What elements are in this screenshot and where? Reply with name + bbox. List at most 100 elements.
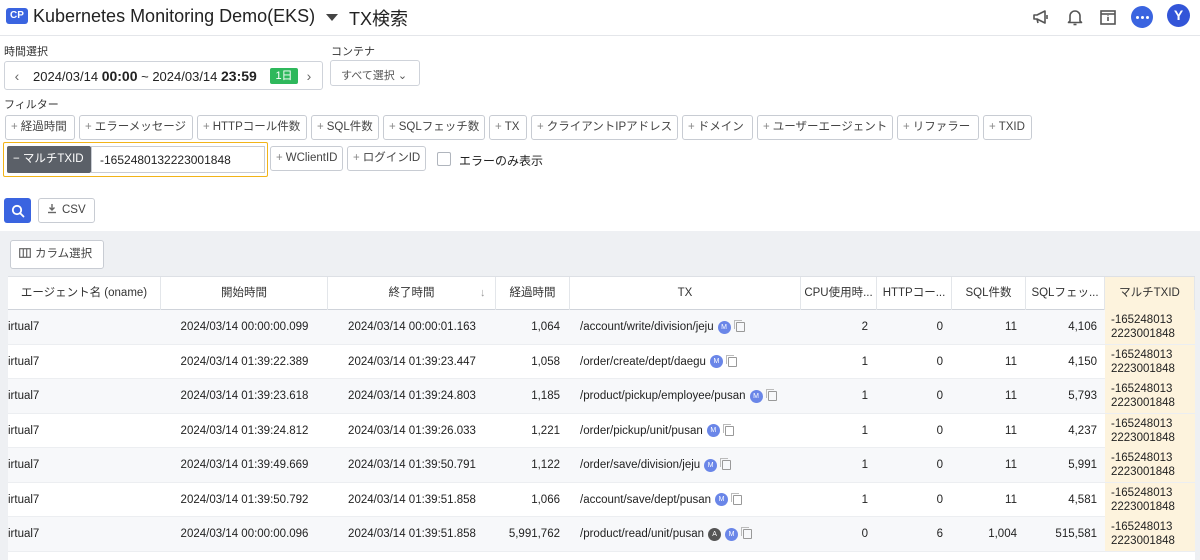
table-row[interactable]: irtual7 2024/03/14 00:00:00.096 2024/03/14… <box>8 517 1195 552</box>
bell-icon[interactable] <box>1063 5 1087 29</box>
multi-tx-badge-icon[interactable]: M <box>709 355 723 368</box>
cell-tx[interactable]: /order/pickup/unit/pusan M <box>580 414 800 448</box>
col-header-elapsed[interactable]: 経過時間 <box>496 277 570 310</box>
chevron-left-icon[interactable]: ‹ <box>11 69 23 83</box>
copy-icon[interactable] <box>725 354 737 367</box>
multi-tx-badge-icon[interactable]: M <box>725 527 739 541</box>
cell-sql: 11 <box>1005 493 1017 506</box>
copy-icon[interactable] <box>733 320 745 332</box>
chevron-right-icon[interactable]: › <box>303 69 315 83</box>
agent-badge-icon[interactable]: A <box>708 527 722 541</box>
cell-tx[interactable]: /account/save/dept/pusan M <box>580 483 800 517</box>
search-button[interactable] <box>4 198 31 223</box>
tx-link[interactable]: /order/create/dept/daegu <box>580 345 706 379</box>
col-header-agent[interactable]: エージェント名 (oname) <box>8 277 161 310</box>
time-range-picker[interactable]: ‹ 2024/03/14 00:00 ~ 2024/03/14 23:59 1日… <box>4 61 323 90</box>
multi-tx-badge-icon[interactable]: M <box>715 493 729 506</box>
filter-chip-tx[interactable]: + TX <box>489 115 527 140</box>
tx-link[interactable]: /order/save/division/jeju <box>580 448 700 482</box>
copy-icon[interactable] <box>731 492 743 505</box>
copy-icon[interactable] <box>765 389 777 401</box>
cell-elapsed: 1,221 <box>531 424 560 437</box>
cell-sql: 11 <box>1005 321 1017 333</box>
project-name[interactable]: Kubernetes Monitoring Demo(EKS) <box>33 6 315 27</box>
multi-txid-line: -165248013 <box>1111 417 1173 430</box>
time-range-text[interactable]: 2024/03/14 00:00 ~ 2024/03/14 23:59 <box>33 68 257 84</box>
copy-icon[interactable] <box>741 527 753 539</box>
multi-tx-badge-icon[interactable]: M <box>749 389 763 403</box>
notice-board-icon[interactable] <box>1096 5 1120 29</box>
container-select[interactable]: すべて選択 ⌄ <box>330 60 420 86</box>
column-select-button[interactable]: カラム選択 <box>10 240 104 269</box>
col-header-http[interactable]: HTTPコー... <box>877 277 952 310</box>
filter-chip-sql-fetch[interactable]: + SQLフェッチ数 <box>383 115 485 140</box>
page-title: TX検索 <box>349 9 409 29</box>
tx-link[interactable]: /order/pickup/unit/pusan <box>580 414 703 448</box>
col-header-end[interactable]: 終了時間 <box>328 277 496 310</box>
cell-tx[interactable]: /order/save/division/jeju M <box>580 448 800 482</box>
cell-elapsed: 1,122 <box>531 459 560 471</box>
csv-download-button[interactable]: CSV <box>38 198 95 223</box>
project-type-badge: CP <box>6 8 28 24</box>
user-avatar[interactable]: Y <box>1167 4 1190 27</box>
filter-chip-referrer[interactable]: + リファラー <box>897 115 979 140</box>
active-filter-multi-txid: − マルチTXID <box>3 142 268 177</box>
cell-end-time: 2024/03/14 01:39:23.447 <box>348 355 476 368</box>
table-row[interactable]: irtual7 2024/03/14 00:00:00.099 2024/03/14… <box>8 310 1195 345</box>
table-row[interactable]: irtual7 2024/03/14 01:39:49.669 2024/03/14… <box>8 448 1195 483</box>
cell-tx[interactable]: /product/read/unit/pusan A M <box>580 517 800 551</box>
sort-descending-icon[interactable]: ↓ <box>480 287 486 299</box>
cell-tx[interactable]: /account/write/division/jeju M <box>580 310 800 344</box>
tx-link[interactable]: /account/save/dept/pusan <box>580 483 711 517</box>
col-header-cpu[interactable]: CPU使用時... <box>801 277 877 310</box>
cell-agent: irtual7 <box>8 321 40 333</box>
tx-link[interactable]: /account/write/division/jeju <box>580 310 714 344</box>
remove-multi-txid-filter-button[interactable]: − マルチTXID <box>7 146 91 173</box>
multi-tx-badge-icon[interactable]: M <box>706 424 720 437</box>
cell-http: 6 <box>936 528 943 540</box>
filter-chip-domain[interactable]: + ドメイン <box>682 115 753 140</box>
filter-chip-error-message[interactable]: + エラーメッセージ <box>79 115 193 140</box>
filter-chip-sql-count[interactable]: + SQL件数 <box>311 115 379 140</box>
tx-link[interactable]: /product/read/unit/pusan <box>580 517 704 551</box>
copy-icon[interactable] <box>722 423 734 436</box>
col-header-multi-txid[interactable]: マルチTXID <box>1105 277 1195 310</box>
col-header-sql-fetch[interactable]: SQLフェッ... <box>1026 277 1105 310</box>
col-header-start[interactable]: 開始時間 <box>161 277 328 310</box>
cell-tx[interactable]: /product/pickup/employee/pusan M <box>580 379 800 413</box>
tx-link[interactable]: /product/pickup/employee/pusan <box>580 379 746 413</box>
multi-txid-line: 2223001848 <box>1111 362 1175 375</box>
megaphone-icon[interactable] <box>1029 5 1053 29</box>
filter-chip-login-id[interactable]: + ログインID <box>347 146 426 171</box>
container-label: コンテナ <box>331 46 375 58</box>
chat-icon[interactable] <box>1130 5 1154 29</box>
filter-chip-user-agent[interactable]: + ユーザーエージェント <box>757 115 893 140</box>
download-icon <box>48 204 56 214</box>
filter-chip-elapsed[interactable]: + 経過時間 <box>5 115 75 140</box>
cell-tx[interactable]: /order/create/dept/daegu M <box>580 345 800 379</box>
multi-txid-line: 2223001848 <box>1111 466 1175 478</box>
filter-chip-http-call-count[interactable]: + HTTPコール件数 <box>197 115 307 140</box>
filter-chip-txid[interactable]: + TXID <box>983 115 1032 140</box>
cell-cpu: 1 <box>861 493 868 506</box>
table-row[interactable]: irtual7 2024/03/14 01:39:22.389 2024/03/14… <box>8 344 1195 379</box>
table-row[interactable]: irtual7 2024/03/14 01:39:23.618 2024/03/14… <box>8 379 1195 414</box>
col-header-sql[interactable]: SQL件数 <box>952 277 1026 310</box>
cell-http: 0 <box>936 459 943 471</box>
multi-tx-badge-icon[interactable]: M <box>704 458 718 472</box>
multi-txid-line: 2223001848 <box>1111 535 1175 547</box>
project-dropdown-caret-icon[interactable] <box>326 14 338 21</box>
cell-sql-fetch: 4,581 <box>1068 493 1097 506</box>
cell-end-time: 2024/03/14 00:00:01.163 <box>348 321 476 333</box>
multi-tx-badge-icon[interactable]: M <box>717 320 731 334</box>
col-header-tx[interactable]: TX <box>570 277 801 310</box>
errors-only-checkbox[interactable] <box>437 152 451 166</box>
multi-txid-line: 2223001848 <box>1111 431 1175 444</box>
table-row[interactable]: irtual7 2024/03/14 01:39:50.792 2024/03/14… <box>8 482 1195 517</box>
filter-chip-client-ip[interactable]: + クライアントIPアドレス <box>531 115 678 140</box>
filter-chip-wclientid[interactable]: + WClientID <box>270 146 343 171</box>
copy-icon[interactable] <box>720 458 732 470</box>
cell-multi-txid: -165248013 2223001848 <box>1105 344 1195 379</box>
table-row[interactable]: irtual7 2024/03/14 01:39:24.812 2024/03/14… <box>8 413 1195 448</box>
multi-txid-input[interactable] <box>91 146 265 173</box>
